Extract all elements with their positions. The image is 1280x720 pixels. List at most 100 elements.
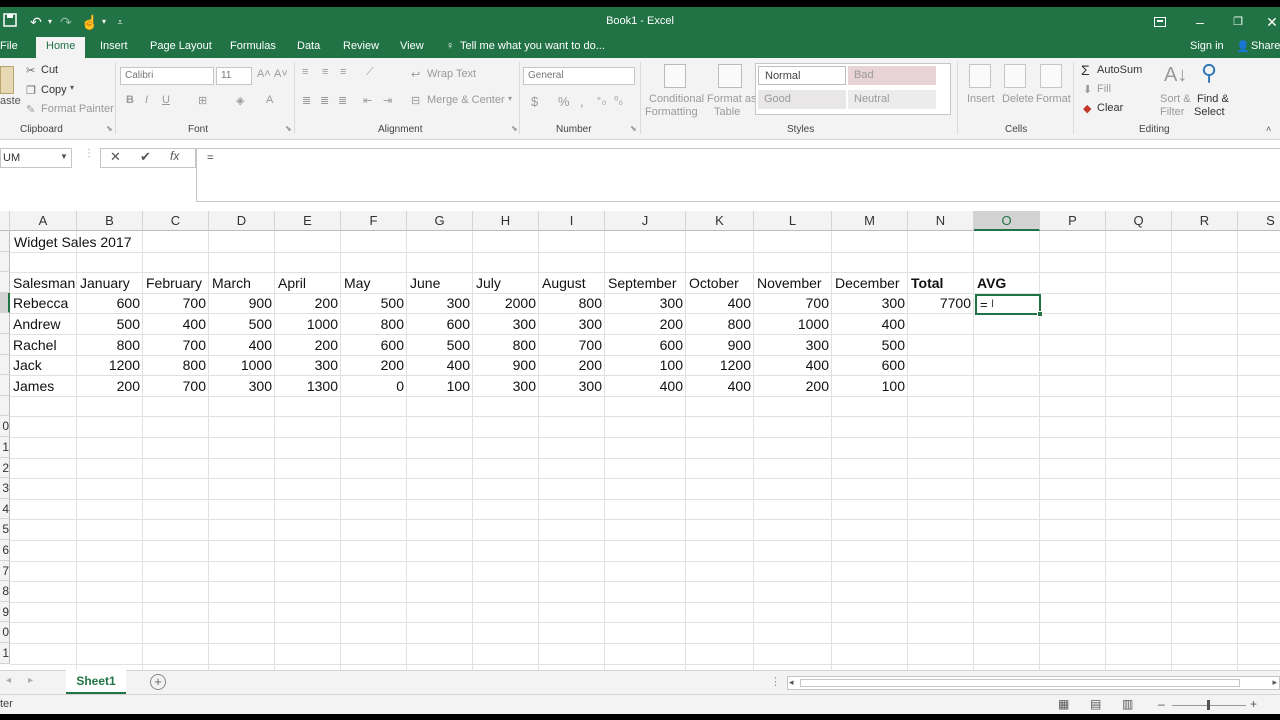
number-launcher-icon[interactable]: ⬊: [630, 124, 637, 133]
scroll-left-icon[interactable]: ◂: [6, 675, 11, 686]
column-header-a[interactable]: A: [10, 211, 77, 231]
value-cell[interactable]: 1000: [209, 355, 275, 375]
column-header-c[interactable]: C: [143, 211, 209, 231]
tab-page-layout[interactable]: Page Layout: [150, 40, 212, 52]
value-cell[interactable]: 400: [407, 355, 473, 375]
tab-review[interactable]: Review: [343, 40, 379, 52]
value-cell[interactable]: 200: [275, 335, 341, 355]
decrease-indent-icon[interactable]: ⇤: [363, 94, 372, 107]
value-cell[interactable]: 900: [686, 335, 754, 355]
page-layout-view-icon[interactable]: ▤: [1090, 697, 1101, 711]
tab-splitter-icon[interactable]: ⋮: [770, 675, 781, 688]
restore-icon[interactable]: ❐: [1228, 12, 1248, 32]
underline-icon[interactable]: U: [162, 94, 170, 106]
value-cell[interactable]: 600: [832, 355, 908, 375]
column-header-l[interactable]: L: [754, 211, 832, 231]
fill-button[interactable]: Fill: [1097, 83, 1111, 95]
value-cell[interactable]: 800: [341, 314, 407, 334]
share-button[interactable]: Share: [1251, 40, 1280, 52]
value-cell[interactable]: 400: [209, 335, 275, 355]
copy-button[interactable]: Copy: [41, 84, 67, 96]
value-cell[interactable]: 400: [754, 355, 832, 375]
value-cell[interactable]: 300: [209, 376, 275, 396]
value-cell[interactable]: 400: [605, 376, 686, 396]
column-header-i[interactable]: I: [539, 211, 605, 231]
value-cell[interactable]: 400: [686, 376, 754, 396]
worksheet-grid[interactable]: ABCDEFGHIJKLMNOPQRS 012345678901 = Ι Wid…: [0, 211, 1280, 670]
header-cell[interactable]: Salesman: [10, 273, 75, 293]
style-good[interactable]: Good: [758, 90, 846, 109]
value-cell[interactable]: 400: [832, 314, 908, 334]
tab-formulas[interactable]: Formulas: [230, 40, 276, 52]
cancel-icon[interactable]: ✕: [110, 149, 121, 165]
clear-button[interactable]: Clear: [1097, 102, 1123, 114]
select-all-corner[interactable]: [0, 211, 10, 231]
decrease-decimal-icon[interactable]: ⁰₀: [614, 94, 623, 107]
conditional-formatting-button[interactable]: Conditional: [649, 93, 704, 105]
hscroll-thumb[interactable]: [800, 679, 1240, 687]
percent-icon[interactable]: %: [558, 94, 570, 109]
header-cell[interactable]: November: [754, 273, 822, 293]
formula-bar-splitter-icon[interactable]: ⋮: [84, 148, 94, 159]
row-header[interactable]: 1: [0, 437, 10, 458]
header-cell[interactable]: April: [275, 273, 306, 293]
value-cell[interactable]: 700: [539, 335, 605, 355]
row-header[interactable]: 8: [0, 581, 10, 602]
row-header[interactable]: 4: [0, 498, 10, 520]
value-cell[interactable]: 600: [407, 314, 473, 334]
value-cell[interactable]: 500: [832, 335, 908, 355]
row-header[interactable]: 3: [0, 478, 10, 499]
column-header-r[interactable]: R: [1172, 211, 1238, 231]
delete-cells-button[interactable]: Delete: [1002, 93, 1034, 105]
value-cell[interactable]: 400: [686, 293, 754, 313]
value-cell[interactable]: 1200: [77, 355, 143, 375]
sheet-title-cell[interactable]: Widget Sales 2017: [11, 232, 132, 252]
column-header-o[interactable]: O: [974, 211, 1040, 231]
row-header[interactable]: 9: [0, 601, 10, 623]
row-header[interactable]: [0, 334, 10, 355]
value-cell[interactable]: 800: [77, 335, 143, 355]
hscroll-right-icon[interactable]: ▸: [1272, 677, 1277, 688]
insert-cells-button[interactable]: Insert: [967, 93, 995, 105]
close-icon[interactable]: ✕: [1262, 12, 1280, 32]
column-header-f[interactable]: F: [341, 211, 407, 231]
font-size-combo[interactable]: 11: [216, 67, 252, 85]
value-cell[interactable]: 600: [341, 335, 407, 355]
bottom-align-icon[interactable]: ≡: [340, 66, 346, 78]
value-cell[interactable]: 200: [754, 376, 832, 396]
grow-font-icon[interactable]: A˄: [257, 68, 271, 80]
row-header[interactable]: 1: [0, 643, 10, 664]
minimize-icon[interactable]: –: [1190, 12, 1210, 32]
value-cell[interactable]: 200: [539, 355, 605, 375]
hscroll-left-icon[interactable]: ◂: [789, 677, 794, 688]
column-header-b[interactable]: B: [77, 211, 143, 231]
header-cell[interactable]: October: [686, 273, 739, 293]
merge-dropdown-icon[interactable]: ▾: [508, 94, 512, 103]
collapse-ribbon-icon[interactable]: ˄: [1266, 124, 1271, 134]
total-cell[interactable]: 7700: [908, 293, 974, 313]
row-header[interactable]: 5: [0, 519, 10, 540]
number-format-combo[interactable]: General: [523, 67, 635, 85]
font-color-icon[interactable]: A: [266, 94, 273, 106]
tab-view[interactable]: View: [400, 40, 424, 52]
format-cells-button[interactable]: Format: [1036, 93, 1071, 105]
value-cell[interactable]: 2000: [473, 293, 539, 313]
value-cell[interactable]: 800: [473, 335, 539, 355]
style-bad[interactable]: Bad: [848, 66, 936, 85]
format-as-table-button[interactable]: Format as: [707, 93, 757, 105]
style-normal[interactable]: Normal: [758, 66, 846, 85]
format-painter-button[interactable]: Format Painter: [41, 103, 114, 115]
column-header-m[interactable]: M: [832, 211, 908, 231]
row-header[interactable]: [0, 395, 10, 417]
value-cell[interactable]: 300: [473, 376, 539, 396]
merge-center-button[interactable]: Merge & Center: [427, 94, 505, 106]
name-box-dropdown-icon[interactable]: ▼: [60, 152, 68, 161]
formula-input[interactable]: =: [196, 148, 1280, 202]
header-cell[interactable]: August: [539, 273, 586, 293]
value-cell[interactable]: 100: [605, 355, 686, 375]
header-cell[interactable]: December: [832, 273, 900, 293]
column-header-e[interactable]: E: [275, 211, 341, 231]
value-cell[interactable]: 900: [209, 293, 275, 313]
value-cell[interactable]: 700: [143, 293, 209, 313]
value-cell[interactable]: 600: [605, 335, 686, 355]
